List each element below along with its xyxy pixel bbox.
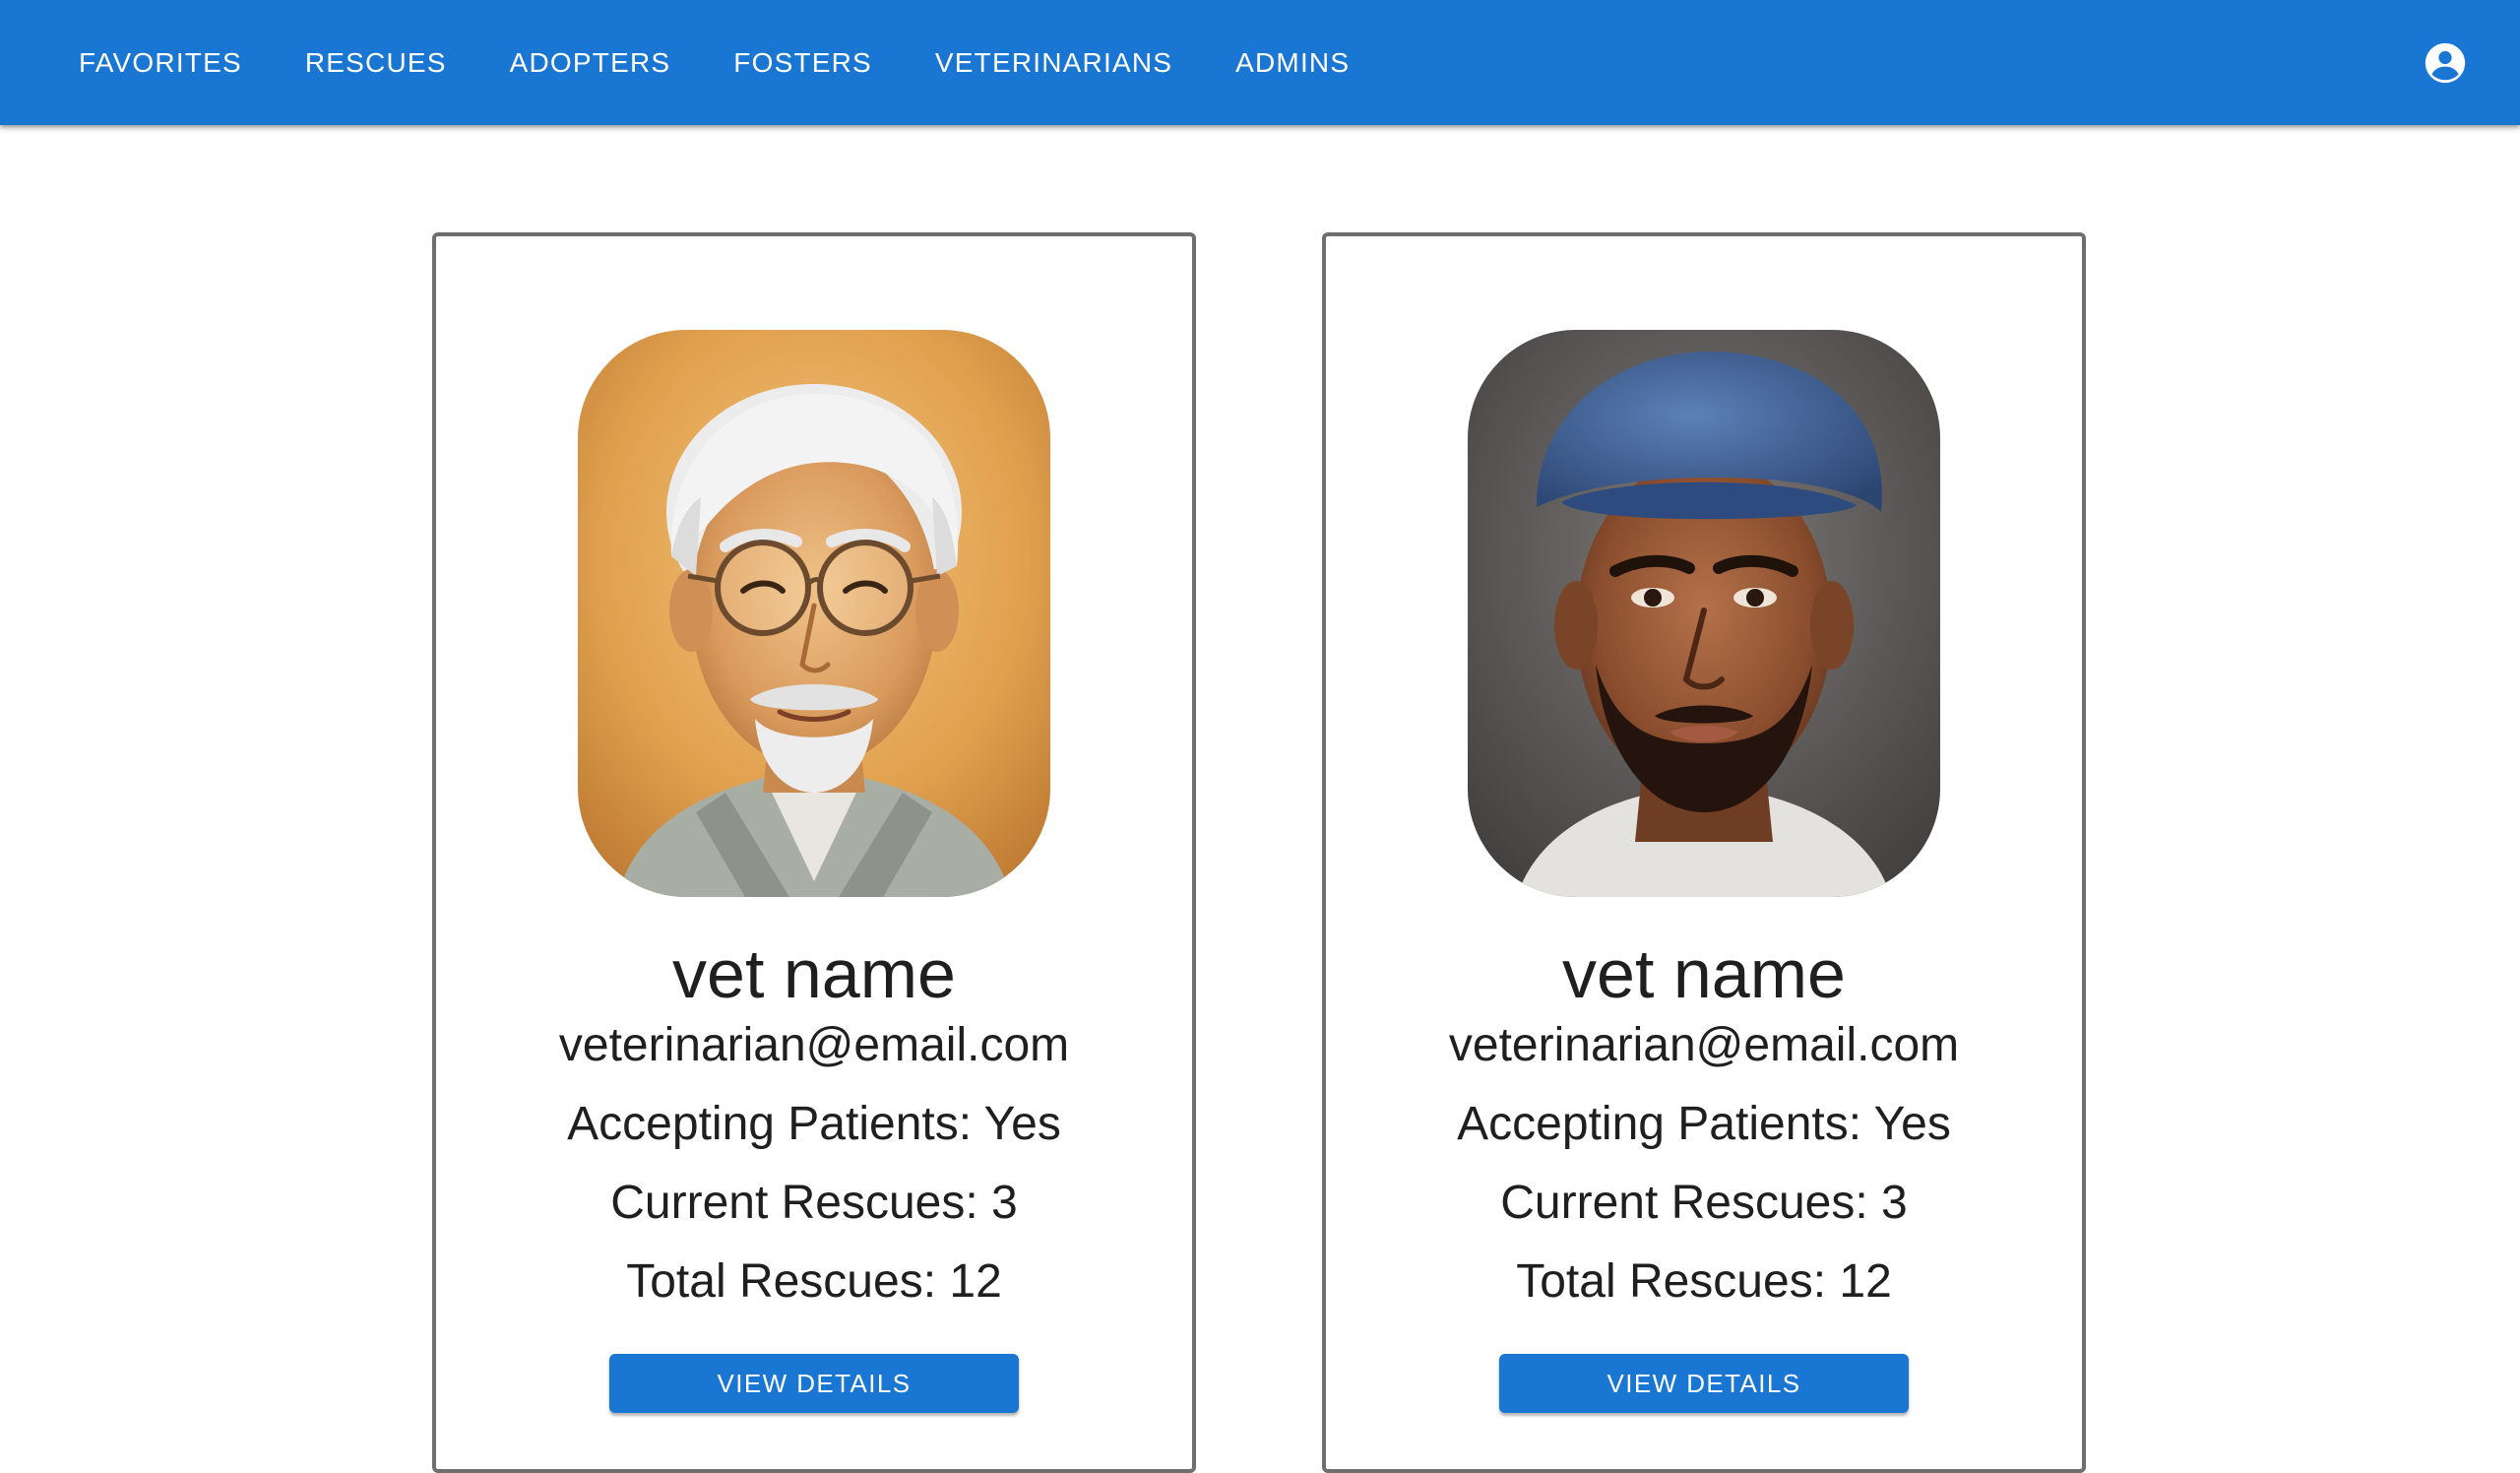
accepting-patients: Accepting Patients: Yes xyxy=(1457,1098,1951,1150)
nav-rescues[interactable]: RESCUES xyxy=(284,30,469,96)
vet-email: veterinarian@email.com xyxy=(558,1019,1070,1071)
vet-card: vet name veterinarian@email.com Acceptin… xyxy=(432,232,1196,1473)
vet-name: vet name xyxy=(1562,935,1846,1012)
account-circle-icon xyxy=(2425,42,2466,83)
nav-veterinarians[interactable]: VETERINARIANS xyxy=(914,30,1194,96)
vet-name: vet name xyxy=(672,935,956,1012)
total-rescues: Total Rescues: 12 xyxy=(1516,1255,1892,1308)
vet-card: vet name veterinarian@email.com Acceptin… xyxy=(1322,232,2086,1473)
view-details-button[interactable]: VIEW DETAILS xyxy=(1499,1354,1909,1413)
nav-favorites[interactable]: FAVORITES xyxy=(57,30,264,96)
nav-admins[interactable]: ADMINS xyxy=(1214,30,1371,96)
current-rescues: Current Rescues: 3 xyxy=(1500,1177,1908,1229)
app-bar: FAVORITES RESCUES ADOPTERS FOSTERS VETER… xyxy=(0,0,2520,125)
nav-adopters[interactable]: ADOPTERS xyxy=(488,30,693,96)
vet-photo xyxy=(578,330,1050,897)
nav-fosters[interactable]: FOSTERS xyxy=(712,30,894,96)
vet-photo xyxy=(1468,330,1940,897)
main-nav: FAVORITES RESCUES ADOPTERS FOSTERS VETER… xyxy=(57,30,1391,96)
vet-card-list: vet name veterinarian@email.com Acceptin… xyxy=(432,232,2086,1473)
current-rescues: Current Rescues: 3 xyxy=(610,1177,1018,1229)
total-rescues: Total Rescues: 12 xyxy=(626,1255,1002,1308)
accepting-patients: Accepting Patients: Yes xyxy=(567,1098,1061,1150)
account-button[interactable] xyxy=(2414,32,2477,95)
vet-email: veterinarian@email.com xyxy=(1448,1019,1960,1071)
view-details-button[interactable]: VIEW DETAILS xyxy=(609,1354,1019,1413)
